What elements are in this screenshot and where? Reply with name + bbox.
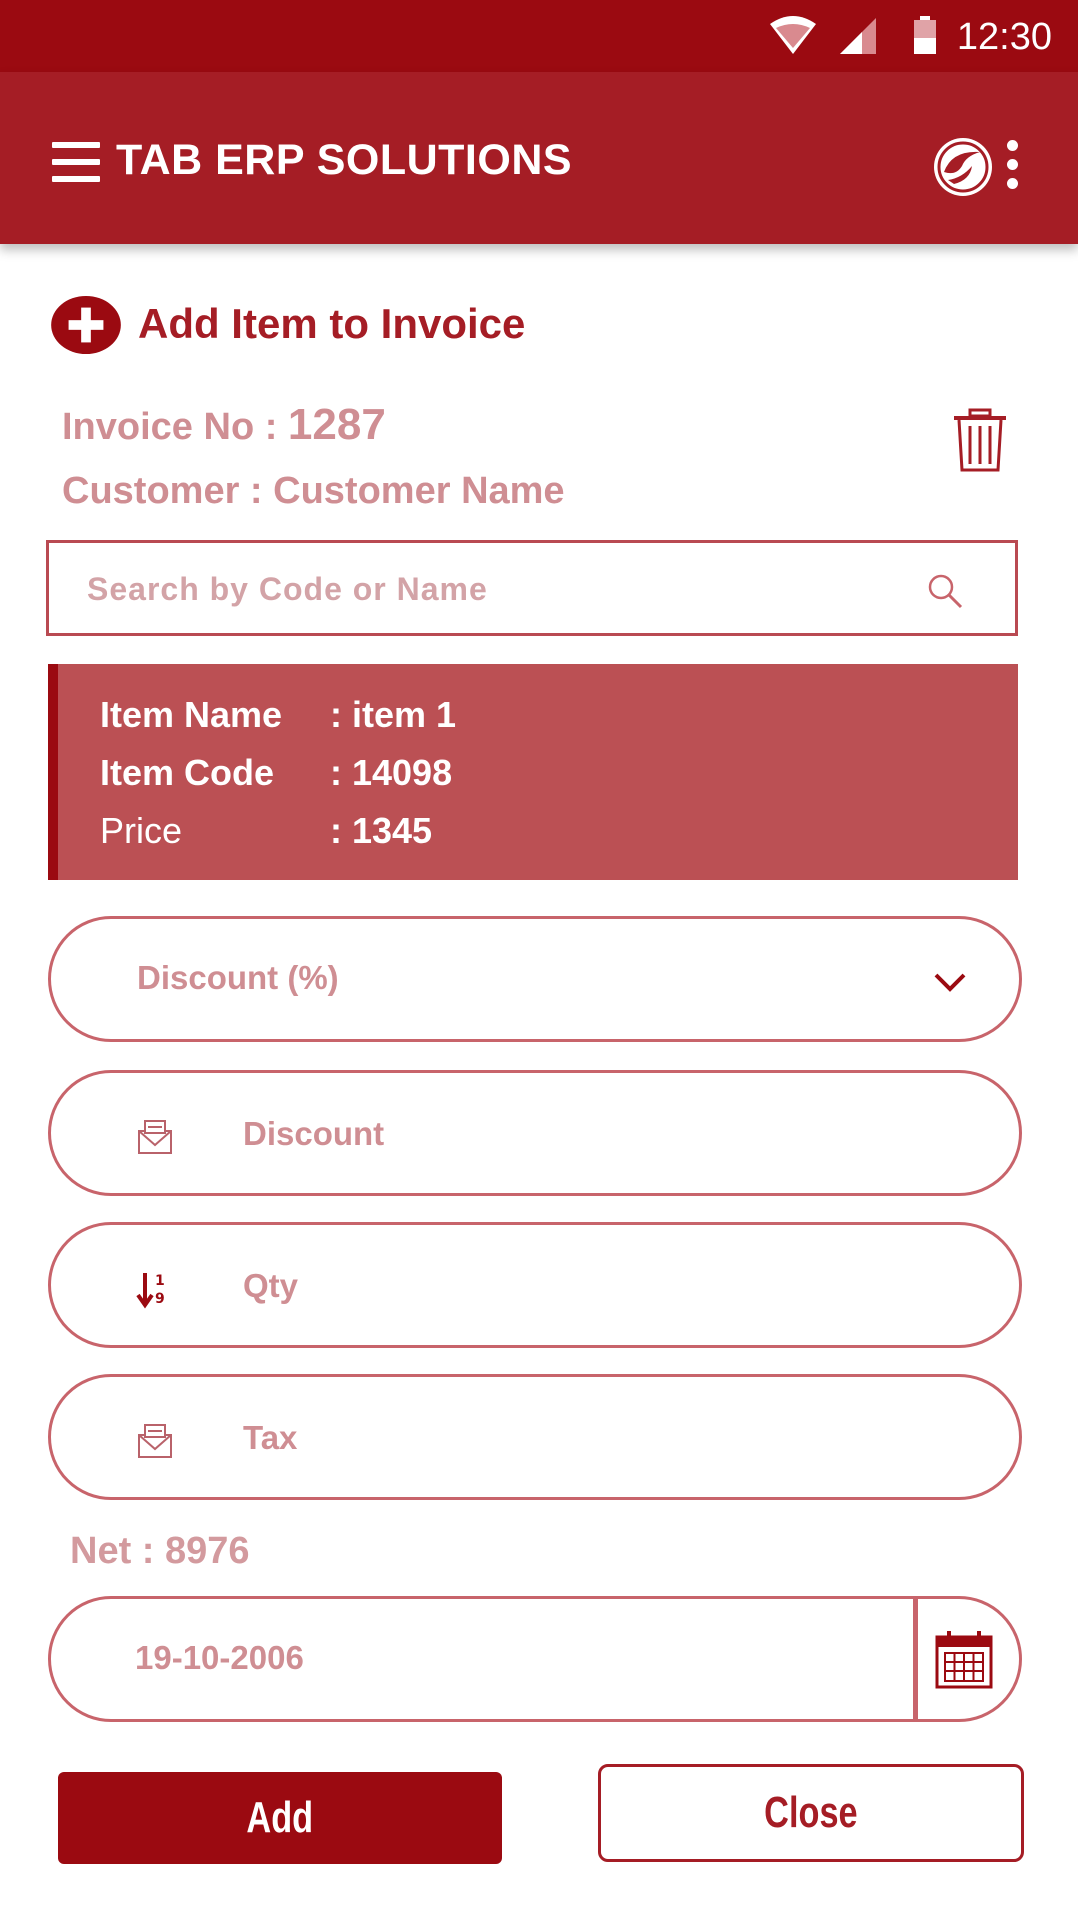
item-code-label: Item Code bbox=[100, 752, 275, 793]
overflow-menu-icon[interactable] bbox=[1000, 140, 1024, 196]
qty-field: 1 9 bbox=[48, 1222, 1022, 1348]
cell-signal-icon bbox=[840, 18, 876, 54]
app-bar: TAB ERP SOLUTIONS bbox=[0, 72, 1078, 244]
svg-text:9: 9 bbox=[155, 1291, 165, 1307]
discount-type-select[interactable]: Discount (%) bbox=[48, 916, 1022, 1042]
item-code-row: Item Code : 14098 bbox=[100, 752, 452, 794]
net-total: Net : 8976 bbox=[70, 1530, 250, 1572]
svg-text:1: 1 bbox=[155, 1273, 165, 1289]
close-button-label: Close bbox=[764, 1788, 858, 1837]
tax-envelope-icon bbox=[138, 1424, 172, 1458]
item-price: : 1345 bbox=[330, 810, 433, 851]
item-name-row: Item Name : item 1 bbox=[100, 694, 456, 736]
invoice-number-line: Invoice No : 1287 bbox=[62, 400, 386, 450]
tax-envelope-icon bbox=[138, 1120, 172, 1154]
discount-field bbox=[48, 1070, 1022, 1196]
calendar-icon[interactable] bbox=[933, 1629, 995, 1691]
sort-numeric-icon: 1 9 bbox=[136, 1273, 165, 1309]
tax-field bbox=[48, 1374, 1022, 1500]
tax-input[interactable] bbox=[241, 1413, 945, 1463]
discount-input[interactable] bbox=[241, 1109, 945, 1159]
item-price-label: Price bbox=[100, 810, 183, 851]
trash-icon[interactable] bbox=[952, 408, 1008, 474]
customer-line: Customer : Customer Name bbox=[62, 470, 565, 513]
item-price-row: Price : 1345 bbox=[100, 810, 432, 852]
status-bar: 12:30 bbox=[0, 0, 1078, 72]
search-input[interactable] bbox=[85, 563, 909, 615]
search-box bbox=[46, 540, 1018, 636]
customer-name: Customer Name bbox=[273, 470, 565, 512]
app-title: TAB ERP SOLUTIONS bbox=[116, 136, 573, 184]
close-button[interactable]: Close bbox=[598, 1764, 1024, 1862]
date-value: 19-10-2006 bbox=[135, 1639, 304, 1676]
selected-item-card[interactable]: Item Name : item 1 Item Code : 14098 Price… bbox=[48, 664, 1018, 880]
section-title: Add Item to Invoice bbox=[138, 300, 526, 347]
discount-type-value: Discount (%) bbox=[137, 959, 339, 996]
date-field[interactable]: 19-10-2006 bbox=[48, 1596, 1022, 1722]
battery-icon bbox=[914, 16, 936, 54]
add-circle-icon bbox=[51, 295, 121, 355]
wifi-icon bbox=[770, 16, 816, 54]
item-name: : item 1 bbox=[330, 694, 457, 735]
chevron-down-icon bbox=[934, 973, 966, 992]
add-button-label: Add bbox=[246, 1793, 314, 1842]
item-name-label: Item Name bbox=[100, 694, 283, 735]
search-icon[interactable] bbox=[927, 573, 963, 609]
customer-label: Customer : bbox=[62, 470, 274, 512]
item-code: : 14098 bbox=[330, 752, 453, 793]
app-logo-icon[interactable] bbox=[932, 136, 994, 198]
menu-icon[interactable] bbox=[52, 142, 100, 182]
date-divider bbox=[913, 1599, 918, 1719]
status-time: 12:30 bbox=[956, 16, 1052, 58]
invoice-number-label: Invoice No : bbox=[62, 406, 288, 448]
qty-input[interactable] bbox=[241, 1261, 945, 1311]
invoice-number: 1287 bbox=[287, 400, 386, 449]
add-button[interactable]: Add bbox=[58, 1772, 502, 1864]
